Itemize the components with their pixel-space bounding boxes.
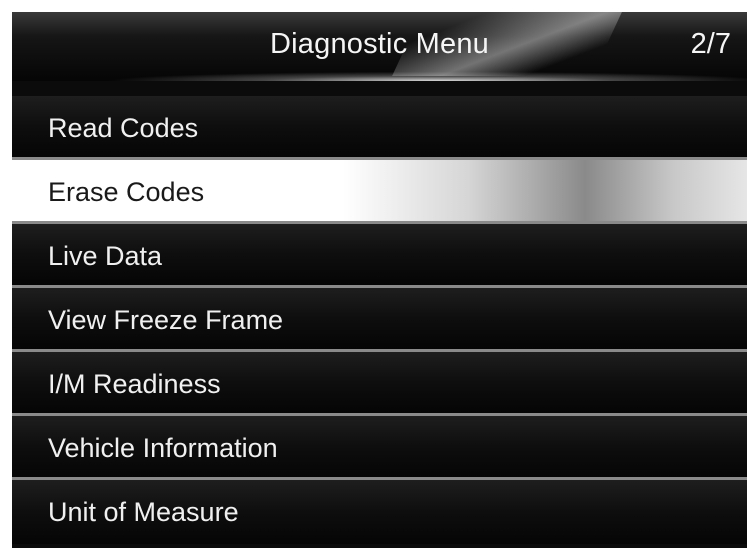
- page-indicator: 2/7: [690, 28, 731, 60]
- diagnostic-menu: Read Codes Erase Codes Live Data View Fr…: [12, 96, 747, 544]
- menu-item-erase-codes[interactable]: Erase Codes: [12, 160, 747, 224]
- menu-item-im-readiness[interactable]: I/M Readiness: [12, 352, 747, 416]
- menu-item-vehicle-information[interactable]: Vehicle Information: [12, 416, 747, 480]
- menu-item-live-data[interactable]: Live Data: [12, 224, 747, 288]
- page-title: Diagnostic Menu: [270, 28, 489, 60]
- title-bar: Diagnostic Menu 2/7: [12, 12, 747, 81]
- menu-item-view-freeze-frame[interactable]: View Freeze Frame: [12, 288, 747, 352]
- device-screen: Diagnostic Menu 2/7 Read Codes Erase Cod…: [12, 12, 747, 548]
- menu-item-read-codes[interactable]: Read Codes: [12, 96, 747, 160]
- menu-item-unit-of-measure[interactable]: Unit of Measure: [12, 480, 747, 544]
